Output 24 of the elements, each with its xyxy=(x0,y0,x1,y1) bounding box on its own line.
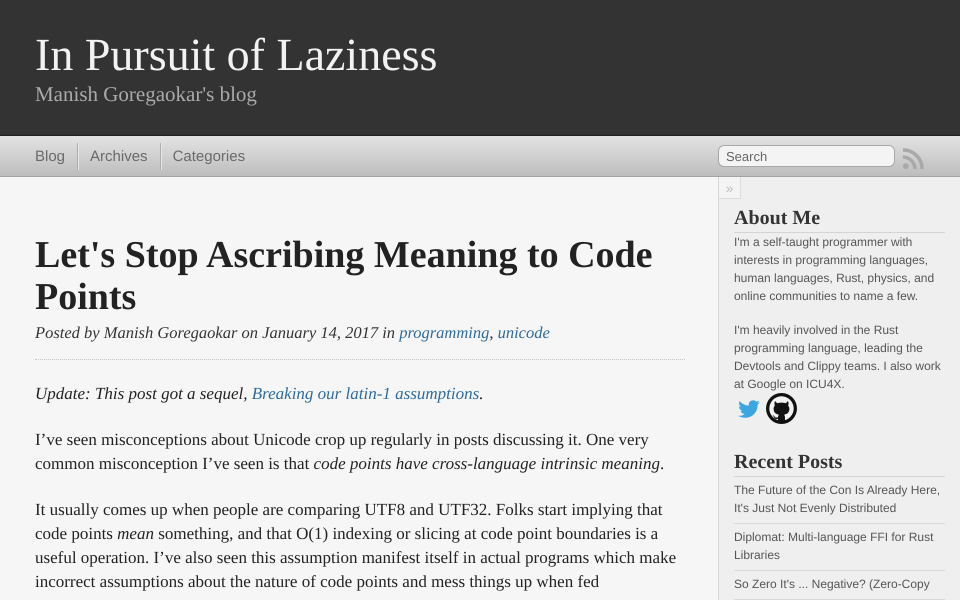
article-link[interactable]: Breaking our latin-1 assumptions xyxy=(252,384,480,403)
article-paragraph: It usually comes up when people are comparing UTF8 and UTF32. Folks start implying that code points mean something, and that O(1) indexing or slicing at code point boundaries is a useful operation. I’ve also seen this assumption manifest itself in actual programs which make incorrect assumptions about the nature of code points and mess things up when fed xyxy=(35,499,678,593)
article-title: Let's Stop Ascribing Meaning to Code Points xyxy=(35,234,654,318)
nav-link[interactable]: Categories xyxy=(160,142,258,170)
update-note: Update: This post got a sequel, Breaking our latin-1 assumptions. xyxy=(35,383,484,405)
recent-post-link[interactable]: So Zero It's ... Negative? (Zero-Copy xyxy=(734,575,945,593)
article-paragraph: I’ve seen misconceptions about Unicode crop up regularly in posts discussing it. One very common misconception I’ve seen is that code points have cross-language intrinsic meaning. xyxy=(35,429,666,475)
nav-link[interactable]: Blog xyxy=(35,142,78,170)
site-subtitle: Manish Goregaokar's blog xyxy=(35,81,257,107)
nav-link[interactable]: Archives xyxy=(77,142,160,170)
bird-icon[interactable] xyxy=(738,400,760,418)
post-meta: Posted by Manish Goregaokar on January 14, 2017 in programming, unicode xyxy=(35,321,685,360)
category-link[interactable]: unicode xyxy=(498,323,550,342)
search-field[interactable]: Search xyxy=(718,145,895,167)
cat-circle-icon[interactable] xyxy=(766,393,797,424)
site-title[interactable]: In Pursuit of Laziness xyxy=(35,29,438,81)
section-heading: About Me xyxy=(734,205,945,233)
recent-post-link[interactable]: The Future of the Con Is Already Here, It's Just Not Evenly Distributed xyxy=(734,481,945,517)
section-heading: Recent Posts xyxy=(734,449,945,477)
about-text: I'm a self-taught programmer with interests in programming languages, human languages, Rust, physics, and online communities to name a few. xyxy=(734,234,936,305)
about-text: I'm heavily involved in the Rust programming language, leading the Devtools and Clippy teams. I also work at Google on ICU4X. xyxy=(734,322,942,393)
recent-post-link[interactable]: Diplomat: Multi-language FFI for Rust Libraries xyxy=(734,528,945,564)
category-link[interactable]: programming xyxy=(399,323,490,342)
rss-feed-icon[interactable] xyxy=(902,147,925,170)
